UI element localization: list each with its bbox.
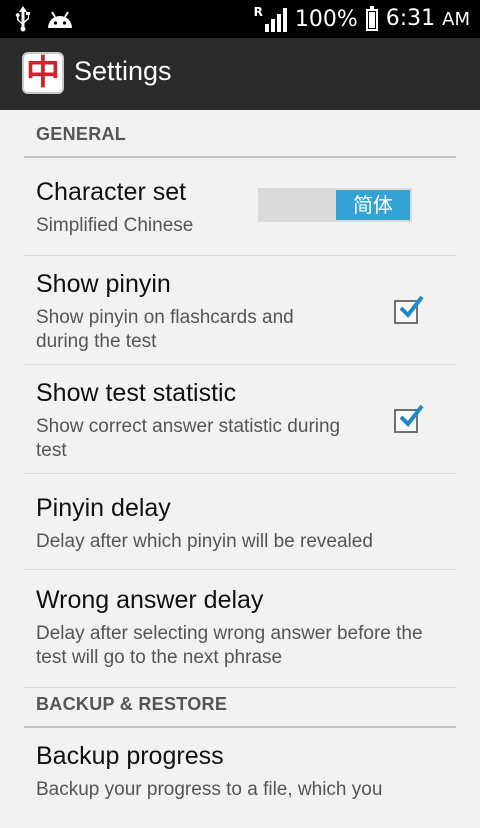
checkmark-icon — [399, 295, 424, 319]
pref-summary: Backup your progress to a file, which yo… — [36, 779, 383, 800]
action-bar: 中 Settings — [0, 38, 480, 110]
character-set-switch[interactable]: 简体 — [258, 188, 412, 222]
pref-summary: Show correct answer statistic during tes… — [36, 416, 341, 461]
roaming-indicator: R — [253, 4, 263, 19]
clock-time: 6:31 AM — [386, 4, 470, 35]
android-icon — [48, 11, 72, 28]
pref-summary: Delay after selecting wrong answer befor… — [36, 623, 423, 668]
status-bar: R 100% 6:31 AM — [0, 0, 480, 38]
section-header-general: GENERAL — [24, 110, 456, 158]
pref-title: Show test statistic — [36, 379, 237, 407]
pref-summary: Show pinyin on flashcards and during the… — [36, 307, 294, 352]
pref-summary: Delay after which pinyin will be reveale… — [36, 531, 373, 552]
pref-title: Character set — [36, 178, 187, 206]
pref-backup-progress[interactable]: Backup progress Backup your progress to … — [24, 728, 456, 828]
clock-hours: 6:31 — [385, 6, 436, 31]
pref-title: Show pinyin — [36, 270, 171, 298]
pref-character-set[interactable]: Character set Simplified Chinese 简体 — [24, 158, 456, 256]
pref-pinyin-delay[interactable]: Pinyin delay Delay after which pinyin wi… — [24, 474, 456, 570]
clock-ampm: AM — [442, 9, 470, 30]
pref-title: Pinyin delay — [36, 494, 171, 522]
checkmark-icon — [399, 404, 424, 428]
switch-thumb: 简体 — [336, 190, 410, 220]
battery-icon — [365, 5, 378, 31]
show-test-statistic-checkbox[interactable] — [394, 404, 424, 433]
pref-title: Backup progress — [36, 742, 224, 770]
section-label: BACKUP & RESTORE — [36, 694, 228, 714]
settings-list[interactable]: GENERAL Character set Simplified Chinese… — [0, 110, 480, 800]
notification-icons — [14, 6, 74, 32]
app-icon[interactable]: 中 — [22, 52, 64, 94]
pref-show-test-statistic[interactable]: Show test statistic Show correct answer … — [24, 365, 456, 474]
signal-icon — [264, 7, 287, 32]
section-label: GENERAL — [36, 124, 127, 144]
section-header-backup: BACKUP & RESTORE — [24, 688, 456, 728]
status-indicators: R 100% 6:31 AM — [254, 4, 470, 35]
pref-show-pinyin[interactable]: Show pinyin Show pinyin on flashcards an… — [24, 256, 456, 365]
pref-wrong-answer-delay[interactable]: Wrong answer delay Delay after selecting… — [24, 570, 456, 688]
show-pinyin-checkbox[interactable] — [394, 295, 424, 324]
usb-icon — [15, 6, 30, 32]
pref-title: Wrong answer delay — [36, 586, 264, 614]
battery-percent: 100% — [294, 6, 358, 32]
page-title: Settings — [74, 56, 172, 86]
